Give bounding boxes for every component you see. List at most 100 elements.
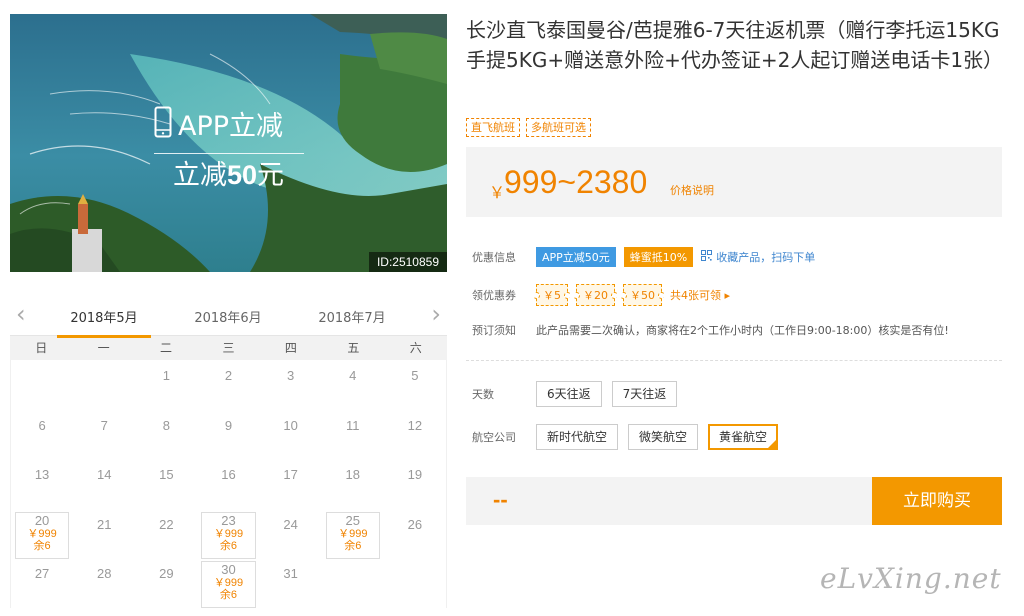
calendar-weekday-header: 日一二三四五六 [10,336,447,360]
calendar-day: 3 [260,360,322,410]
buy-now-button[interactable]: 立即购买 [872,477,1002,525]
product-tags: 直飞航班 多航班可选 [466,118,591,137]
calendar-day-available[interactable]: 30 ￥999 余6 [197,558,259,608]
scan-qr-link[interactable]: 收藏产品，扫码下单 [701,249,815,265]
coupon-50[interactable]: ￥50 [620,284,665,306]
product-title: 长沙直飞泰国曼谷/芭提雅6-7天往返机票（赠行李托运15KG手提5KG+赠送意外… [466,18,1004,72]
calendar-day-available[interactable]: 20 ￥999 余6 [11,509,73,559]
calendar-day: 2 [197,360,259,410]
day-number: 20 [34,512,50,528]
option-airline-oriole[interactable]: 黄雀航空 [708,424,779,450]
calendar-day: 7 [73,410,135,460]
day-number: 7 [100,417,108,433]
day-number: 11 [346,417,360,433]
day-seats-left: 余6 [344,539,362,552]
booking-notice-text: 此产品需要二次确认，商家将在2个工作小时内（工作日9:00-18:00）核实是否… [536,324,949,337]
calendar-day: 10 [260,410,322,460]
day-seats-left: 余6 [219,589,238,601]
day-number: 10 [283,417,298,433]
day-number: 29 [159,566,174,581]
day-number: 23 [221,512,236,528]
option-7-days[interactable]: 7天往返 [611,381,678,407]
calendar-day: 16 [197,459,259,509]
image-id-label: ID:2510859 [368,252,447,272]
chevron-right-icon[interactable]: › [431,302,441,326]
app-discount-overlay: APP立减 立减50元 [10,106,447,193]
day-number: 3 [287,368,295,383]
price-explanation-link[interactable]: 价格说明 [670,182,714,198]
day-number: 8 [162,417,170,433]
day-number: 17 [283,467,298,482]
calendar-day: 29 [135,558,197,608]
coupon-5[interactable]: ￥5 [533,284,571,306]
day-number: 6 [38,417,46,433]
day-number: 13 [34,467,50,482]
day-seats-left: 余6 [33,539,51,552]
calendar-day: 6 [11,410,73,460]
calendar-empty-cell [73,360,135,410]
day-number: 9 [224,417,233,433]
qr-code-icon [701,250,713,264]
calendar-day: 5 [384,360,446,410]
calendar-day-available[interactable]: 23 ￥999 余6 [197,509,259,559]
day-number: 22 [159,516,174,532]
app-discount-badge: APP立减50元 [536,247,616,267]
weekday-label: 日 [35,341,48,355]
booking-notice-label: 预订须知 [472,324,516,337]
weekday-label: 三 [222,341,235,355]
calendar-day: 27 [11,558,73,608]
more-coupons-link[interactable]: 共4张可领 ▸ [670,287,730,303]
weekday-label: 五 [347,341,360,355]
coupon-20[interactable]: ￥20 [573,284,618,306]
weekday-label: 二 [160,341,173,355]
weekday-label: 四 [284,341,297,355]
promo-title: APP立减 [177,110,284,142]
phone-icon [154,106,172,147]
product-hero-image: APP立减 立减50元 ID:2510859 [10,14,447,272]
coupons-row: 领优惠券 ￥5 ￥20 ￥50 共4张可领 ▸ [466,284,730,306]
day-number: 24 [283,516,298,532]
option-airline-new-era[interactable]: 新时代航空 [536,424,619,450]
day-number: 15 [159,467,174,482]
day-number: 18 [345,467,360,482]
price-range: 999~2380 [504,164,648,200]
chevron-left-icon[interactable]: ‹ [16,302,26,326]
calendar-day: 18 [322,459,384,509]
day-price: ￥999 [338,527,368,540]
tab-month-july[interactable]: 2018年7月 [307,307,397,326]
day-number: 5 [411,368,419,383]
day-price: ￥999 [213,577,244,589]
calendar-day: 13 [11,459,73,509]
day-number: 12 [407,417,423,433]
booking-notice-row: 预订须知 此产品需要二次确认，商家将在2个工作小时内（工作日9:00-18:00… [466,322,949,338]
calendar-day: 8 [135,410,197,460]
day-number: 16 [221,467,236,482]
day-number: 2 [224,368,233,383]
day-number: 14 [96,467,112,482]
day-number: 31 [283,566,298,581]
tab-month-may[interactable]: 2018年5月 [57,307,151,338]
calendar-day-available[interactable]: 25 ￥999 余6 [322,509,384,559]
day-number: 1 [162,368,170,383]
calendar-day: 14 [73,459,135,509]
calendar-day: 24 [260,509,322,559]
option-6-days[interactable]: 6天往返 [536,381,602,407]
purchase-bar: -- 立即购买 [466,477,1002,525]
departure-calendar: ‹ 2018年5月 2018年6月 2018年7月 › 日一二三四五六 1234… [10,296,447,608]
offers-row: 优惠信息 APP立减50元 蜂蜜抵10% 收藏产品，扫码下单 [466,247,815,267]
calendar-day: 22 [135,509,197,559]
calendar-day: 11 [322,410,384,460]
calendar-day: 12 [384,410,446,460]
option-airline-smile[interactable]: 微笑航空 [628,424,699,450]
site-watermark: eLvXing.net [820,562,1002,595]
day-price: ￥999 [27,527,57,540]
tag-multi-flight: 多航班可选 [526,118,591,137]
honey-discount-badge: 蜂蜜抵10% [623,247,694,267]
day-price: ￥999 [213,527,244,540]
tab-month-june[interactable]: 2018年6月 [183,307,273,326]
weekday-label: 六 [409,341,422,355]
days-row: 天数 6天往返 7天往返 [466,381,687,407]
calendar-day: 15 [135,459,197,509]
calendar-day: 4 [322,360,384,410]
tag-direct-flight: 直飞航班 [466,118,520,137]
